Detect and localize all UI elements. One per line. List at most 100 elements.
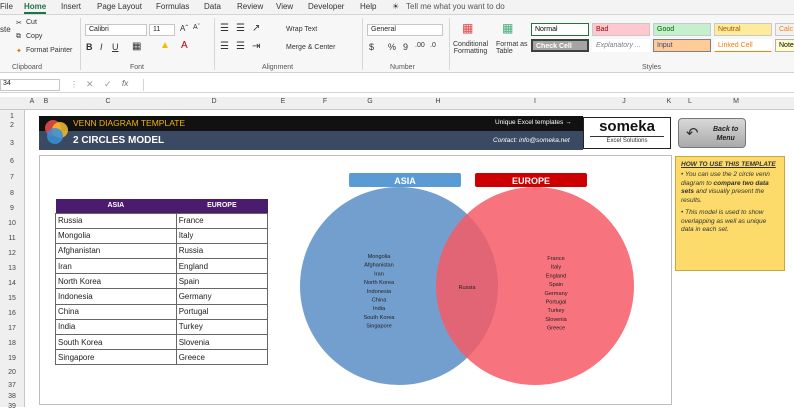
paste-button[interactable]: ste (0, 25, 11, 34)
row-header[interactable]: 19 (0, 355, 24, 362)
wrap-text-button[interactable]: Wrap Text (286, 26, 317, 33)
column-header[interactable]: B (42, 98, 50, 105)
tell-me-input[interactable]: Tell me what you want to do (406, 2, 505, 11)
tab-page-layout[interactable]: Page Layout (97, 2, 142, 11)
fill-color-icon[interactable]: ▲ (160, 40, 170, 51)
row-header[interactable]: 11 (0, 235, 24, 242)
style-note[interactable]: Note (775, 39, 794, 52)
align-center-icon[interactable]: ☰ (236, 41, 245, 52)
tab-data[interactable]: Data (204, 2, 221, 11)
table-cell[interactable]: Slovenia (175, 333, 269, 351)
tab-formulas[interactable]: Formulas (156, 2, 189, 11)
row-header[interactable]: 14 (0, 280, 24, 287)
enter-icon[interactable]: ✓ (104, 79, 112, 90)
insert-function-icon[interactable]: fx (122, 79, 128, 88)
formula-input[interactable] (143, 79, 794, 91)
column-header[interactable]: K (665, 98, 673, 105)
table-cell[interactable]: Mongolia (55, 227, 177, 244)
row-header[interactable]: 15 (0, 295, 24, 302)
column-header[interactable]: C (104, 98, 112, 105)
row-header[interactable]: 7 (0, 174, 24, 181)
someka-logo[interactable]: someka Excel Solutions (583, 117, 671, 149)
row-header[interactable]: 3 (0, 140, 24, 147)
table-cell[interactable]: South Korea (55, 333, 177, 351)
row-header[interactable]: 6 (0, 158, 24, 165)
table-cell[interactable]: Singapore (55, 349, 177, 366)
tab-insert[interactable]: Insert (61, 2, 81, 11)
column-header[interactable]: A (28, 98, 36, 105)
name-box[interactable]: 34 (0, 79, 60, 91)
column-header[interactable]: D (210, 98, 218, 105)
style-explanatory[interactable]: Explanatory ... (592, 39, 650, 52)
cancel-icon[interactable]: ✕ (86, 79, 94, 90)
font-name-select[interactable]: Calibri (85, 24, 147, 36)
table-cell[interactable]: Italy (175, 227, 269, 244)
font-color-icon[interactable]: A (181, 40, 188, 51)
italic-icon[interactable]: I (100, 42, 103, 52)
row-header[interactable]: 18 (0, 340, 24, 347)
tab-help[interactable]: Help (360, 2, 376, 11)
increase-decimal-icon[interactable]: .00 (415, 42, 425, 49)
style-check-cell[interactable]: Check Cell (531, 39, 589, 52)
column-header[interactable]: L (686, 98, 694, 105)
row-header[interactable]: 37 (0, 382, 24, 389)
style-input[interactable]: Input (653, 39, 711, 52)
row-header[interactable]: 16 (0, 310, 24, 317)
row-header[interactable]: 1 (0, 113, 24, 120)
row-header[interactable]: 38 (0, 393, 24, 400)
tab-view[interactable]: View (276, 2, 293, 11)
column-header[interactable]: E (279, 98, 287, 105)
borders-icon[interactable]: ▦ (132, 41, 141, 52)
tab-file[interactable]: File (0, 2, 13, 11)
table-cell[interactable]: Russia (175, 242, 269, 260)
row-header[interactable]: 20 (0, 369, 24, 376)
align-top-icon[interactable]: ☰ (220, 23, 229, 34)
table-cell[interactable]: Spain (175, 273, 269, 290)
table-cell[interactable]: Greece (175, 349, 269, 366)
orientation-icon[interactable]: ↗ (252, 23, 260, 34)
back-to-menu-button[interactable]: ↶ Back to Menu (678, 118, 746, 148)
copy-button[interactable]: Copy (26, 33, 42, 40)
indent-icon[interactable]: ⇥ (252, 41, 260, 52)
currency-icon[interactable]: $ (369, 42, 374, 52)
format-painter-button[interactable]: Format Painter (26, 47, 72, 54)
style-normal[interactable]: Normal (531, 23, 589, 36)
bold-icon[interactable]: B (86, 42, 93, 52)
row-header[interactable]: 13 (0, 265, 24, 272)
style-linked-cell[interactable]: Linked Cell (714, 39, 772, 52)
shrink-font-icon[interactable]: Aˇ (193, 24, 200, 31)
column-header[interactable]: J (620, 98, 628, 105)
merge-center-button[interactable]: Merge & Center (286, 44, 335, 51)
table-cell[interactable]: England (175, 258, 269, 275)
align-left-icon[interactable]: ☰ (220, 41, 229, 52)
tab-home[interactable]: Home (24, 2, 47, 14)
tab-review[interactable]: Review (237, 2, 263, 11)
style-neutral[interactable]: Neutral (714, 23, 772, 36)
column-header[interactable]: H (434, 98, 442, 105)
table-cell[interactable]: France (175, 212, 269, 229)
table-cell[interactable]: China (55, 303, 177, 320)
table-cell[interactable]: Russia (55, 212, 177, 229)
conditional-formatting-button[interactable]: Conditional Formatting (453, 41, 488, 55)
row-header[interactable]: 12 (0, 250, 24, 257)
grow-font-icon[interactable]: Aˆ (180, 24, 188, 33)
row-header[interactable]: 8 (0, 190, 24, 197)
font-size-select[interactable]: 11 (149, 24, 175, 36)
unique-templates-link[interactable]: Unique Excel templates → (495, 119, 572, 126)
column-header[interactable]: F (321, 98, 329, 105)
style-bad[interactable]: Bad (592, 23, 650, 36)
comma-icon[interactable]: 9 (403, 42, 408, 52)
style-calc[interactable]: Calc (775, 23, 794, 36)
cut-button[interactable]: Cut (26, 19, 37, 26)
table-cell[interactable]: Portugal (175, 303, 269, 320)
align-middle-icon[interactable]: ☰ (236, 23, 245, 34)
table-cell[interactable]: Indonesia (55, 288, 177, 305)
column-header[interactable]: G (366, 98, 374, 105)
percent-icon[interactable]: % (388, 42, 396, 52)
table-cell[interactable]: India (55, 318, 177, 336)
row-header[interactable]: 10 (0, 220, 24, 227)
decrease-decimal-icon[interactable]: .0 (430, 42, 436, 49)
column-header[interactable]: I (531, 98, 539, 105)
row-header[interactable]: 9 (0, 205, 24, 212)
format-as-table-button[interactable]: Format as Table (496, 41, 528, 55)
